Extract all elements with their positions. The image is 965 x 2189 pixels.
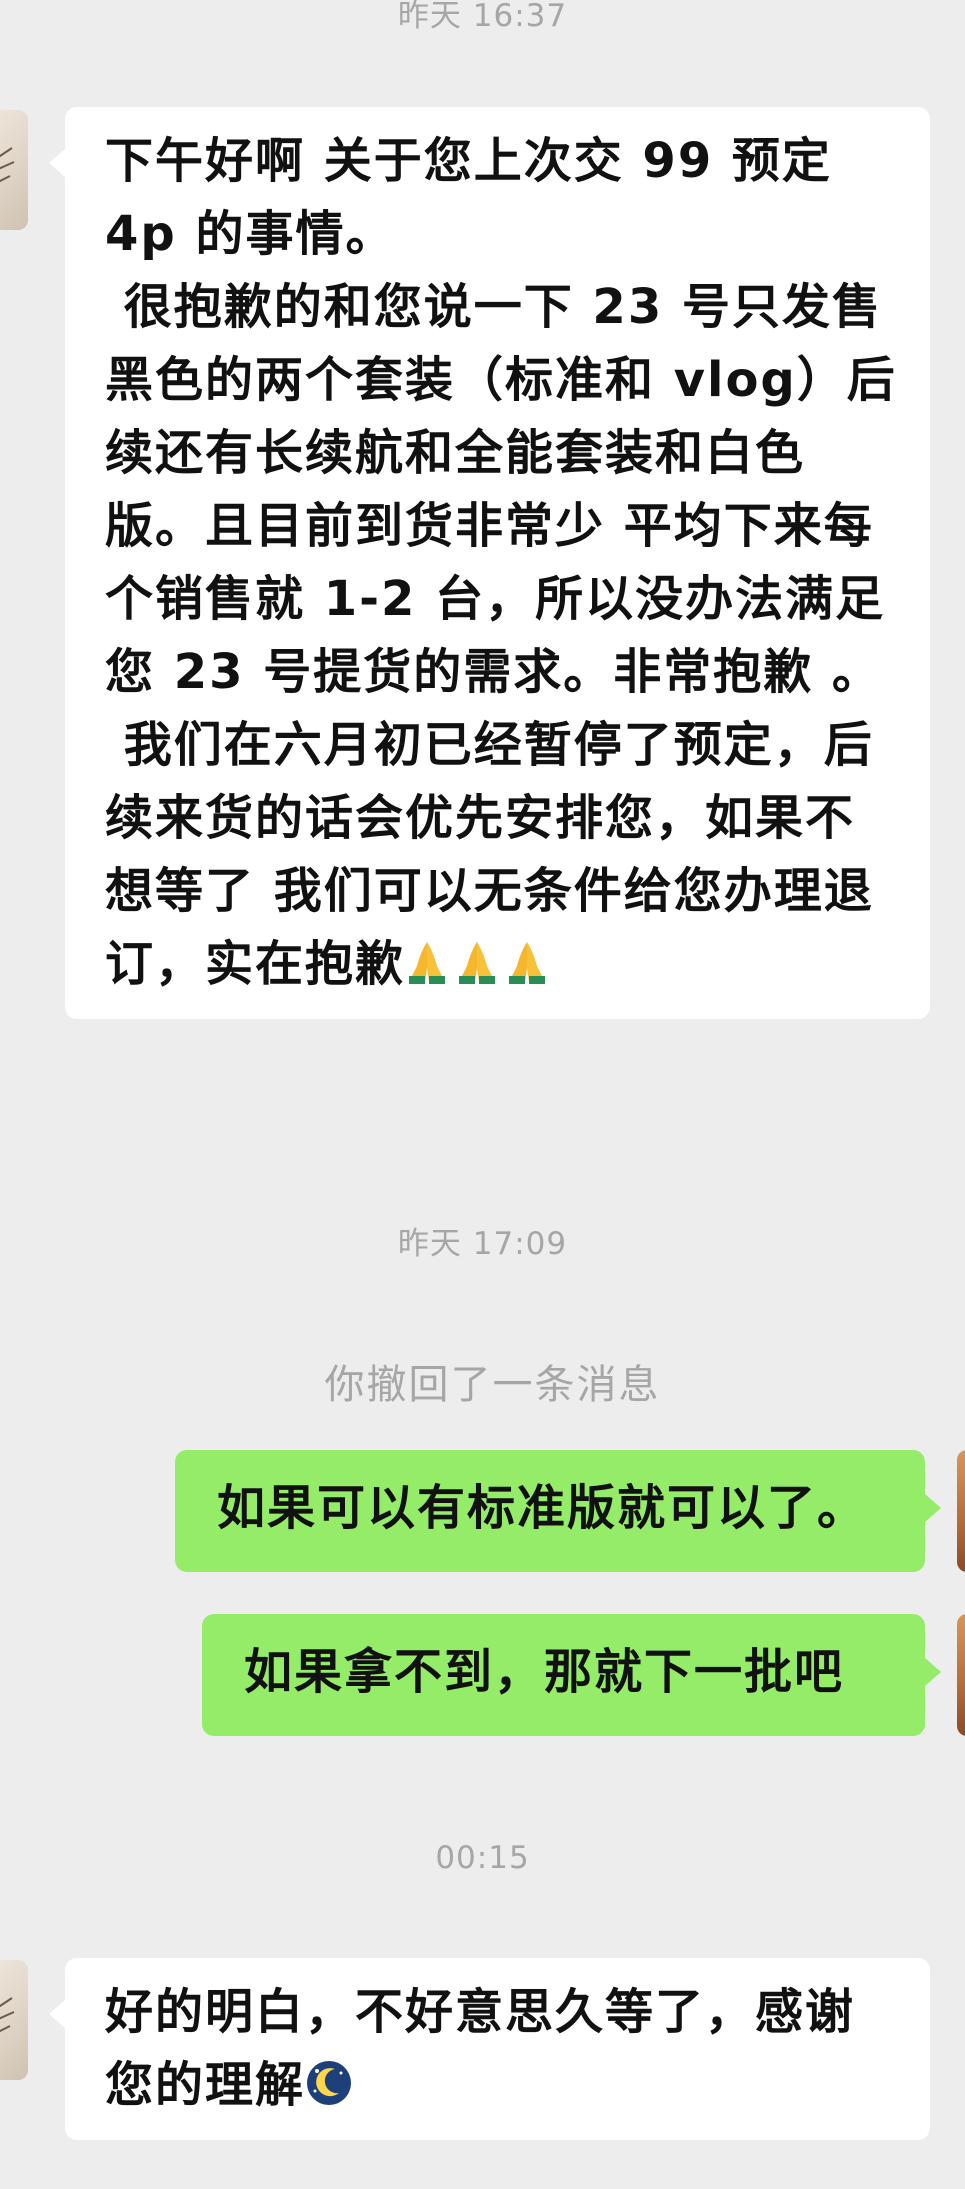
- message-text: 下午好啊 关于您上次交 99 预定 4p 的事情。 很抱歉的和您说一下 23 号…: [105, 133, 897, 992]
- message-bubble-outgoing[interactable]: 如果拿不到，那就下一批吧: [202, 1614, 941, 1736]
- contact-avatar[interactable]: [0, 1960, 28, 2080]
- self-avatar[interactable]: [957, 1614, 965, 1736]
- timestamp: 昨天 17:09: [397, 1226, 568, 1262]
- message-bubble-outgoing[interactable]: 如果可以有标准版就可以了。: [175, 1450, 941, 1572]
- message-text: 如果可以有标准版就可以了。: [217, 1480, 868, 1536]
- message-text: 好的明白，不好意思久等了，感谢您的理解: [105, 1984, 856, 2113]
- pray-emoji: [405, 936, 455, 992]
- message-bubble-incoming[interactable]: 下午好啊 关于您上次交 99 预定 4p 的事情。 很抱歉的和您说一下 23 号…: [49, 107, 930, 1019]
- timestamp: 00:15: [435, 1840, 530, 1876]
- self-avatar[interactable]: [957, 1450, 965, 1572]
- recall-notice[interactable]: 你撤回了一条消息: [0, 1352, 965, 1410]
- pray-emoji: [505, 936, 555, 992]
- message-bubble-incoming[interactable]: 好的明白，不好意思久等了，感谢您的理解: [49, 1958, 930, 2140]
- message-text: 如果拿不到，那就下一批吧: [244, 1644, 845, 1700]
- timestamp: 昨天 16:37: [397, 0, 568, 34]
- contact-avatar[interactable]: [0, 110, 28, 230]
- moon-sleep-emoji: [305, 2057, 359, 2113]
- pray-emoji: [455, 936, 505, 992]
